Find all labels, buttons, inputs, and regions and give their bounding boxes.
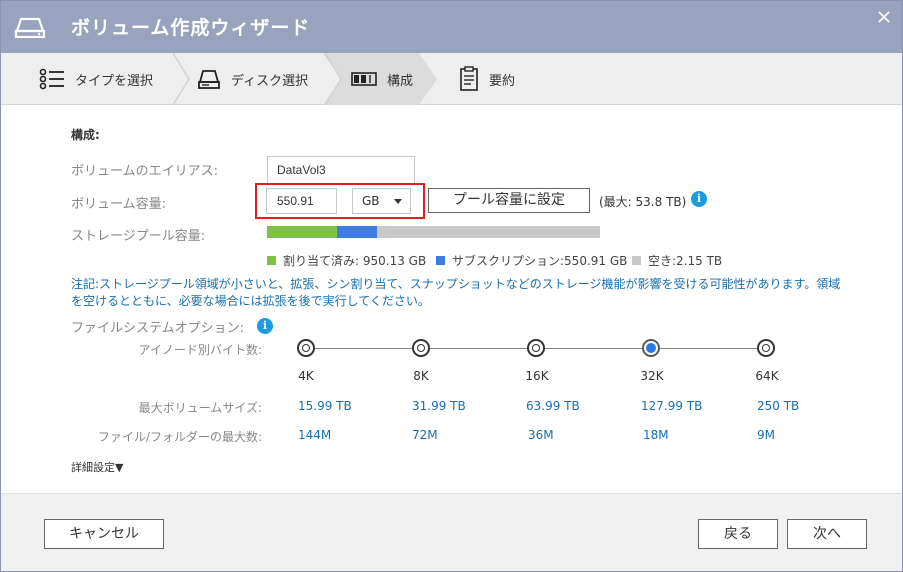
free-swatch — [632, 256, 641, 265]
inode-option-64k[interactable] — [757, 339, 775, 357]
step-label: ディスク選択 — [231, 73, 309, 89]
cancel-button[interactable]: キャンセル — [44, 519, 164, 549]
config-icon — [351, 72, 377, 86]
max-files-value: 72M — [412, 428, 438, 442]
legend-subscription: サブスクリプション:550.91 GB — [436, 252, 627, 269]
step-label: 要約 — [489, 73, 516, 89]
alias-label: ボリュームのエイリアス: — [71, 164, 218, 179]
inode-size-label: 64K — [755, 369, 779, 383]
summary-icon — [460, 66, 478, 91]
inode-option-32k[interactable] — [642, 339, 660, 357]
step-summary: 要約 — [459, 53, 515, 105]
step-separator — [324, 53, 342, 105]
disk-icon — [198, 70, 220, 89]
capacity-input[interactable] — [266, 188, 337, 214]
info-icon[interactable]: i — [257, 318, 273, 334]
note-text: 注記:ストレージプール領域が小さいと、拡張、シン割り当て、スナップショットなどの… — [71, 277, 841, 308]
pool-capacity-label: ストレージプール容量: — [71, 229, 206, 244]
inode-label: アイノード別バイト数: — [138, 343, 262, 357]
unit-select[interactable]: GB — [352, 188, 411, 214]
max-capacity-text: (最大: 53.8 TB) — [599, 195, 687, 209]
subscription-segment — [337, 226, 377, 238]
volume-wizard-window: ボリューム作成ウィザード タイプを選択 ディスク選択 構成 要約 構成: ボリュ… — [0, 0, 903, 572]
allocated-swatch — [267, 256, 276, 265]
next-button[interactable]: 次へ — [787, 519, 867, 549]
capacity-label: ボリューム容量: — [71, 197, 166, 212]
inode-size-label: 16K — [525, 369, 549, 383]
alias-input[interactable] — [267, 156, 415, 184]
step-config: 構成 — [351, 53, 413, 105]
max-volume-value: 15.99 TB — [298, 399, 352, 413]
subscription-swatch — [436, 256, 445, 265]
step-disk-select: ディスク選択 — [197, 53, 308, 105]
step-separator — [172, 53, 190, 105]
set-pool-capacity-button[interactable]: プール容量に設定 — [428, 188, 590, 213]
max-volume-label: 最大ボリュームサイズ: — [138, 401, 262, 415]
section-title: 構成: — [71, 128, 100, 142]
window-title: ボリューム作成ウィザード — [71, 17, 311, 39]
max-files-value: 36M — [528, 428, 554, 442]
back-button[interactable]: 戻る — [698, 519, 778, 549]
unit-value: GB — [362, 194, 380, 208]
legend-label: サブスクリプション:550.91 GB — [452, 254, 628, 268]
footer: キャンセル 戻る 次へ — [1, 493, 902, 571]
max-files-value: 144M — [298, 428, 332, 442]
max-volume-value: 63.99 TB — [526, 399, 580, 413]
legend-free: 空き:2.15 TB — [632, 252, 722, 269]
step-label: 構成 — [387, 73, 414, 89]
max-volume-value: 250 TB — [757, 399, 800, 413]
max-volume-value: 31.99 TB — [412, 399, 466, 413]
pool-capacity-bar — [267, 226, 600, 238]
list-icon — [39, 68, 64, 90]
inode-option-16k[interactable] — [527, 339, 545, 357]
inode-size-label: 4K — [298, 369, 314, 383]
inode-size-label: 32K — [640, 369, 664, 383]
max-files-value: 18M — [643, 428, 669, 442]
max-files-value: 9M — [757, 428, 775, 442]
legend-label: 空き:2.15 TB — [648, 254, 723, 268]
max-files-label: ファイル/フォルダーの最大数: — [97, 430, 262, 444]
step-select-type: タイプを選択 — [39, 53, 153, 105]
inode-size-label: 8K — [413, 369, 429, 383]
max-volume-value: 127.99 TB — [641, 399, 703, 413]
step-label: タイプを選択 — [75, 73, 154, 89]
allocated-segment — [267, 226, 337, 238]
step-bar: タイプを選択 ディスク選択 構成 要約 — [1, 53, 902, 105]
volume-icon — [14, 17, 46, 39]
info-icon[interactable]: i — [691, 191, 707, 207]
inode-option-8k[interactable] — [412, 339, 430, 357]
advanced-settings-link[interactable]: 詳細設定▼ — [71, 459, 123, 475]
legend-allocated: 割り当て済み: 950.13 GB — [267, 252, 426, 269]
inode-option-4k[interactable] — [297, 339, 315, 357]
fs-options-label: ファイルシステムオプション: — [71, 321, 244, 336]
chevron-down-icon — [394, 199, 402, 204]
title-bar: ボリューム作成ウィザード — [1, 1, 902, 53]
close-icon[interactable] — [876, 9, 892, 25]
legend-label: 割り当て済み: 950.13 GB — [283, 254, 427, 268]
